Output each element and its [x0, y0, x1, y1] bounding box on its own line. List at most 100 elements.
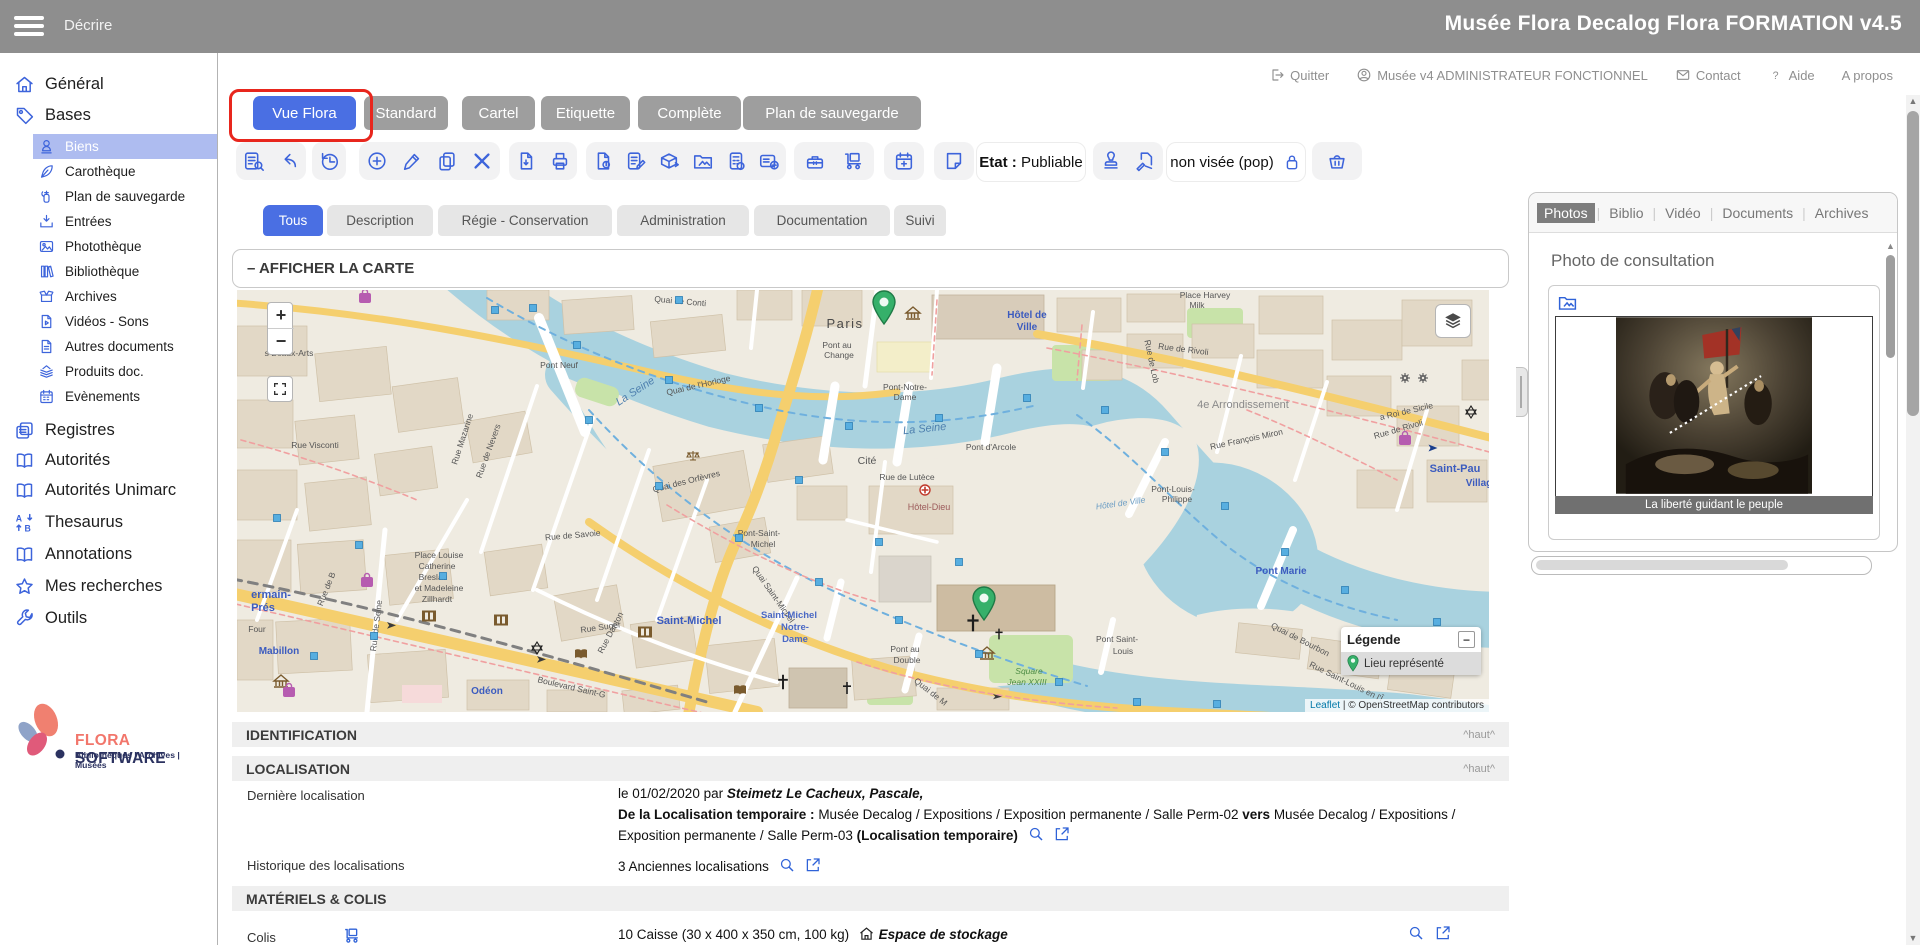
edit-button[interactable]	[396, 144, 429, 178]
record-tab-suivi[interactable]: Suivi	[894, 205, 946, 236]
sidebar-item-autorit-s[interactable]: Autorités	[0, 447, 217, 473]
sidebar-item-autorit-s-unimarc[interactable]: Autorités Unimarc	[0, 477, 217, 503]
search-icon[interactable]	[1027, 825, 1045, 849]
sidebar-item-ev-nements[interactable]: Evènements	[0, 384, 217, 409]
open-window-icon[interactable]	[1053, 825, 1071, 849]
visa-badge[interactable]: non visée (pop)	[1166, 142, 1306, 182]
media-tab-archives[interactable]: Archives	[1808, 203, 1876, 223]
map-vertex-handle[interactable]	[896, 617, 903, 624]
view-tab-etiquette[interactable]: Etiquette	[541, 96, 630, 130]
section-materiels-colis[interactable]: MATÉRIELS & COLIS	[232, 886, 1509, 911]
media-tab-documents[interactable]: Documents	[1715, 203, 1800, 223]
search-icon[interactable]	[1407, 924, 1425, 947]
legend-collapse-button[interactable]: −	[1458, 631, 1475, 648]
map-vertex-handle[interactable]	[1214, 701, 1221, 708]
view-tab-plan-de-sauvegarde[interactable]: Plan de sauvegarde	[743, 96, 921, 130]
folder-image-button[interactable]	[686, 144, 719, 178]
media-tab-biblio[interactable]: Biblio	[1602, 203, 1650, 223]
map-vertex-handle[interactable]	[936, 415, 943, 422]
map-vertex-handle[interactable]	[956, 559, 963, 566]
map-vertex-handle[interactable]	[356, 542, 363, 549]
header-link-mus-e-v4-administrateur-fonctionnel[interactable]: Musée v4 ADMINISTRATEUR FONCTIONNEL	[1356, 67, 1648, 83]
record-tab-tous[interactable]: Tous	[263, 205, 323, 236]
section-localisation[interactable]: LOCALISATION ^haut^	[232, 756, 1509, 781]
sidebar-item-entr-es[interactable]: Entrées	[0, 209, 217, 234]
map-vertex-handle[interactable]	[1222, 503, 1229, 510]
map-vertex-handle[interactable]	[666, 377, 673, 384]
map-vertex-handle[interactable]	[756, 405, 763, 412]
map-vertex-handle[interactable]	[876, 539, 883, 546]
trolley-button[interactable]	[836, 144, 869, 178]
scroll-thumb[interactable]	[1907, 111, 1919, 416]
record-tab-documentation[interactable]: Documentation	[754, 205, 890, 236]
folder-image-icon[interactable]	[1557, 292, 1578, 318]
map-vertex-handle[interactable]	[816, 579, 823, 586]
export-page-button[interactable]	[510, 144, 543, 178]
sidebar-item-mes-recherches[interactable]: Mes recherches	[0, 573, 217, 599]
sidebar-item-plan-de-sauvegarde[interactable]: Plan de sauvegarde	[0, 184, 217, 209]
header-link-a-propos[interactable]: A propos	[1842, 68, 1893, 83]
sidebar-item-bases[interactable]: Bases	[0, 102, 217, 128]
sidebar-item-registres[interactable]: Registres	[0, 417, 217, 443]
note-button[interactable]	[938, 144, 971, 178]
view-tab-cartel[interactable]: Cartel	[462, 96, 535, 130]
sidebar-item-vid-os-sons[interactable]: Vidéos - Sons	[0, 309, 217, 334]
map-vertex-handle[interactable]	[1282, 549, 1289, 556]
map-vertex-handle[interactable]	[676, 297, 683, 304]
top-link[interactable]: ^haut^	[1463, 763, 1495, 775]
page-scrollbar[interactable]: ▲ ▼	[1906, 95, 1920, 945]
top-link[interactable]: ^haut^	[1463, 729, 1495, 741]
leaflet-link[interactable]: Leaflet	[1310, 700, 1340, 711]
map-vertex-handle[interactable]	[586, 417, 593, 424]
panel-scrollbar[interactable]: ▲	[1885, 241, 1896, 541]
scroll-up-arrow[interactable]: ▲	[1906, 95, 1920, 108]
record-tab-r-gie-conservation[interactable]: Régie - Conservation	[438, 205, 612, 236]
map-vertex-handle[interactable]	[846, 423, 853, 430]
map-vertex-handle[interactable]	[656, 483, 663, 490]
open-window-icon[interactable]	[1434, 924, 1452, 947]
sidebar-item-biens[interactable]: Biens	[33, 134, 217, 159]
record-tab-description[interactable]: Description	[327, 205, 433, 236]
panel-resize-handle[interactable]	[1516, 367, 1528, 417]
open-window-icon[interactable]	[804, 856, 822, 880]
toolbox-button[interactable]	[799, 144, 832, 178]
photo-frame[interactable]	[1555, 316, 1873, 497]
map-vertex-handle[interactable]	[1056, 679, 1063, 686]
header-link-quitter[interactable]: Quitter	[1269, 67, 1329, 83]
header-link-contact[interactable]: Contact	[1675, 67, 1741, 83]
media-tab-vidéo[interactable]: Vidéo	[1658, 203, 1708, 223]
media-tab-photos[interactable]: Photos	[1537, 203, 1595, 223]
sidebar-item-g-n-ral[interactable]: Général	[0, 71, 217, 97]
basket-button[interactable]	[1321, 144, 1354, 178]
header-link-aide[interactable]: Aide	[1768, 67, 1815, 83]
search-icon[interactable]	[778, 856, 796, 880]
leaflet-map[interactable]: s Beaux-ArtsRue ViscontiRue MazarineRue …	[237, 290, 1489, 712]
scroll-down-arrow[interactable]: ▼	[1906, 932, 1920, 945]
calculator-button[interactable]	[719, 144, 752, 178]
map-toggle-bar[interactable]: – AFFICHER LA CARTE	[232, 249, 1509, 288]
view-tab-standard[interactable]: Standard	[364, 96, 448, 130]
zoom-in-button[interactable]: +	[268, 303, 294, 329]
print-button[interactable]	[543, 144, 576, 178]
map-vertex-handle[interactable]	[311, 653, 318, 660]
back-button[interactable]	[272, 144, 305, 178]
sidebar-item-biblioth-que[interactable]: Bibliothèque	[0, 259, 217, 284]
map-vertex-handle[interactable]	[274, 515, 281, 522]
copy-button[interactable]	[430, 144, 463, 178]
sidebar-item-phototh-que[interactable]: Photothèque	[0, 234, 217, 259]
fullscreen-button[interactable]	[267, 376, 293, 402]
attach-button[interactable]	[586, 144, 619, 178]
map-vertex-handle[interactable]	[530, 305, 537, 312]
history-button[interactable]	[313, 144, 346, 178]
sidebar-item-outils[interactable]: Outils	[0, 605, 217, 631]
map-vertex-handle[interactable]	[1024, 395, 1031, 402]
map-vertex-handle[interactable]	[574, 342, 581, 349]
map-vertex-handle[interactable]	[440, 573, 447, 580]
map-vertex-handle[interactable]	[492, 307, 499, 314]
sidebar-item-caroth-que[interactable]: Carothèque	[0, 159, 217, 184]
record-tab-administration[interactable]: Administration	[617, 205, 749, 236]
sidebar-item-archives[interactable]: Archives	[0, 284, 217, 309]
map-vertex-handle[interactable]	[1134, 699, 1141, 706]
sidebar-item-thesaurus[interactable]: Thesaurus	[0, 509, 217, 535]
collapsed-panel[interactable]	[1531, 556, 1872, 575]
